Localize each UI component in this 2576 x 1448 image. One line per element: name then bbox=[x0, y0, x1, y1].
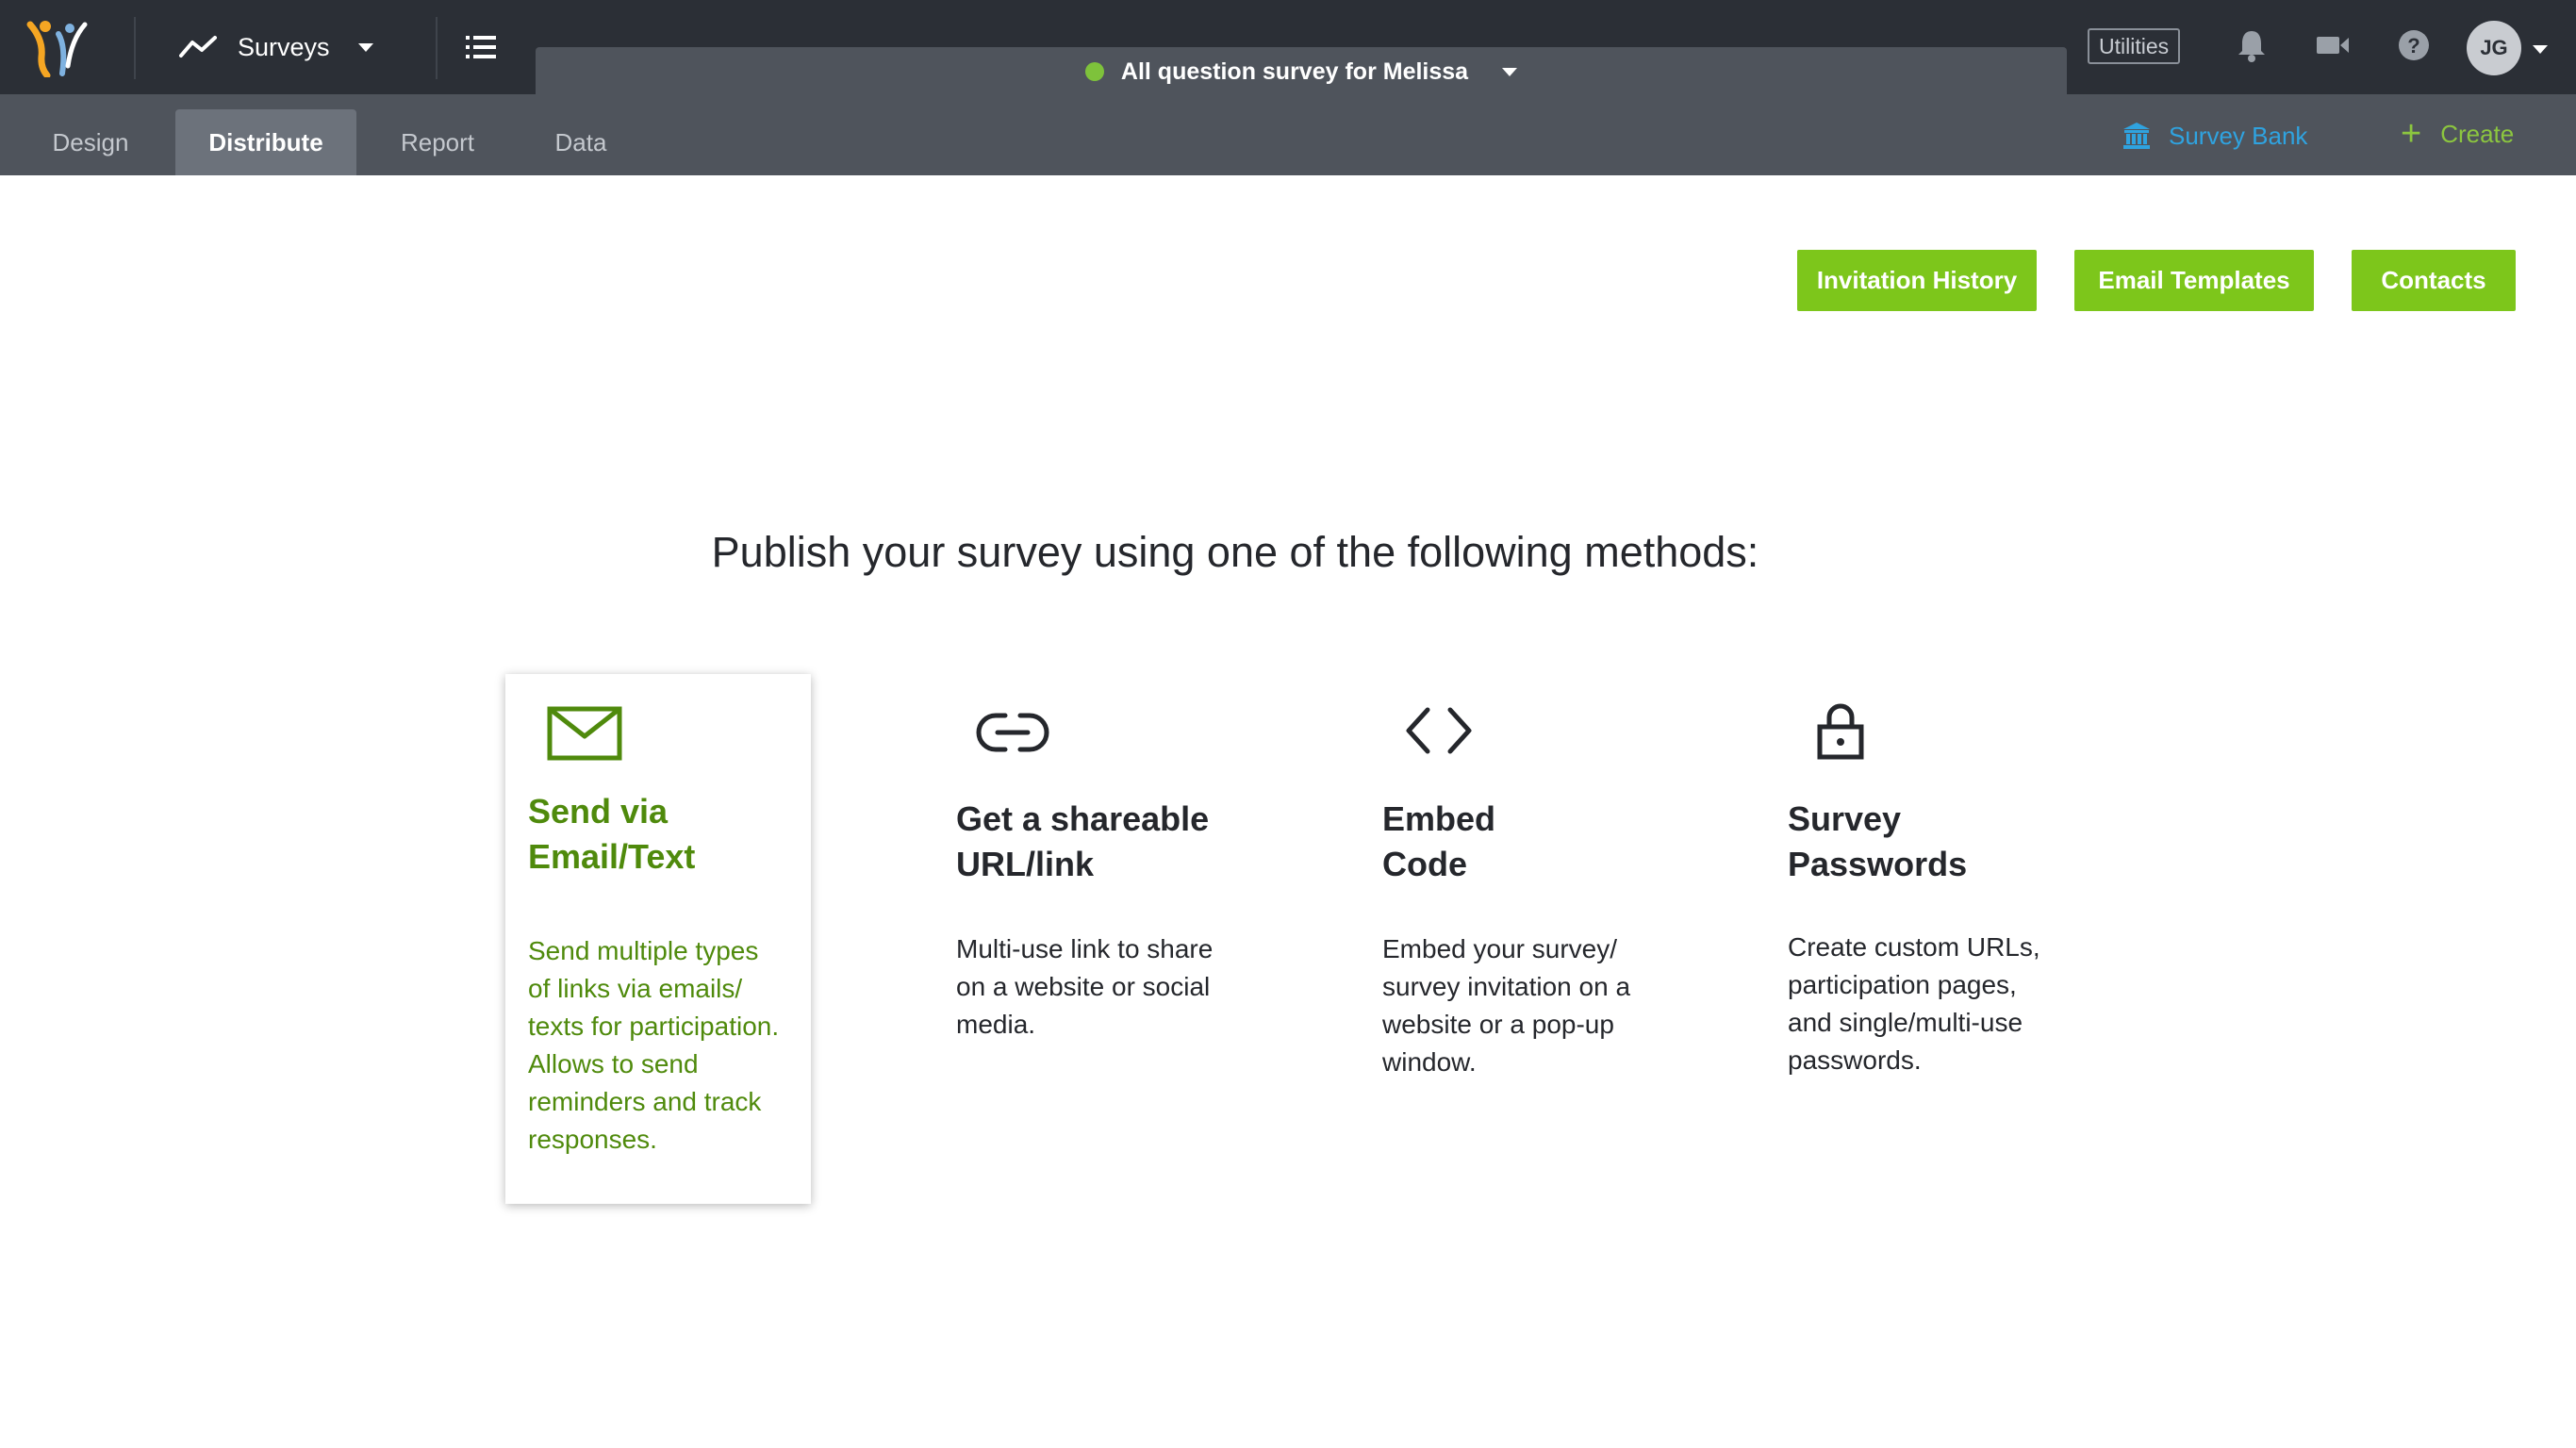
survey-bank-link[interactable]: Survey Bank bbox=[2122, 117, 2307, 155]
tab-distribute[interactable]: Distribute bbox=[175, 109, 356, 175]
svg-text:?: ? bbox=[2407, 34, 2419, 58]
status-dot bbox=[1084, 62, 1104, 81]
chevron-down-icon bbox=[357, 42, 373, 52]
logo-icon[interactable] bbox=[25, 19, 106, 77]
bank-icon bbox=[2123, 123, 2150, 149]
method-description: Embed your survey/ survey invitation on … bbox=[1382, 934, 1631, 1077]
tab-design[interactable]: Design bbox=[34, 109, 147, 175]
survey-title-selector[interactable]: All question survey for Melissa bbox=[536, 47, 2067, 96]
list-icon[interactable] bbox=[462, 28, 500, 66]
method-description: Create custom URLs, participation pages,… bbox=[1788, 932, 2040, 1075]
method-title: Survey Passwords bbox=[1788, 799, 1968, 883]
code-icon bbox=[1406, 707, 1472, 754]
tab-report[interactable]: Report bbox=[385, 109, 490, 175]
method-description: Send multiple types of links via emails/… bbox=[528, 936, 780, 1154]
method-survey-passwords[interactable]: Survey Passwords Create custom URLs, par… bbox=[1765, 674, 2071, 1075]
page-heading: Publish your survey using one of the fol… bbox=[711, 528, 1759, 576]
surveys-menu[interactable]: Surveys bbox=[179, 25, 373, 70]
method-embed-code[interactable]: Embed Code Embed your survey/ survey inv… bbox=[1360, 674, 1665, 1077]
contacts-button[interactable]: Contacts bbox=[2352, 250, 2516, 311]
video-icon[interactable] bbox=[2314, 26, 2352, 64]
top-bar: Surveys All question survey for Melissa … bbox=[0, 0, 2576, 96]
bell-icon[interactable] bbox=[2233, 26, 2271, 64]
trend-icon bbox=[179, 36, 217, 58]
tab-data[interactable]: Data bbox=[532, 109, 630, 175]
link-icon bbox=[976, 713, 1049, 752]
invitation-history-button[interactable]: Invitation History bbox=[1797, 250, 2037, 311]
avatar[interactable]: JG bbox=[2467, 21, 2521, 75]
divider bbox=[436, 17, 438, 79]
method-email-text[interactable]: Send via Email/Text Send multiple types … bbox=[505, 674, 811, 1204]
method-title: Send via Email/Text bbox=[528, 792, 696, 876]
chevron-down-icon bbox=[1502, 67, 1518, 76]
plus-icon: + bbox=[2401, 114, 2422, 154]
envelope-icon bbox=[547, 706, 622, 761]
method-description: Multi-use link to share on a website or … bbox=[956, 934, 1214, 1039]
email-templates-button[interactable]: Email Templates bbox=[2074, 250, 2314, 311]
method-title: Embed Code bbox=[1382, 799, 1496, 883]
chevron-down-icon[interactable] bbox=[2533, 45, 2548, 54]
divider bbox=[134, 17, 136, 79]
method-title: Get a shareable URL/link bbox=[956, 799, 1210, 883]
method-shareable-link[interactable]: Get a shareable URL/link Multi-use link … bbox=[933, 674, 1239, 1051]
help-icon[interactable]: ? bbox=[2395, 26, 2433, 64]
surveys-label: Surveys bbox=[238, 32, 330, 61]
survey-bank-label: Survey Bank bbox=[2169, 121, 2308, 150]
create-button[interactable]: + Create bbox=[2401, 115, 2514, 153]
lock-icon bbox=[1817, 703, 1864, 760]
survey-title: All question survey for Melissa bbox=[1120, 58, 1469, 85]
create-label: Create bbox=[2440, 119, 2515, 148]
utilities-button[interactable]: Utilities bbox=[2088, 28, 2181, 64]
